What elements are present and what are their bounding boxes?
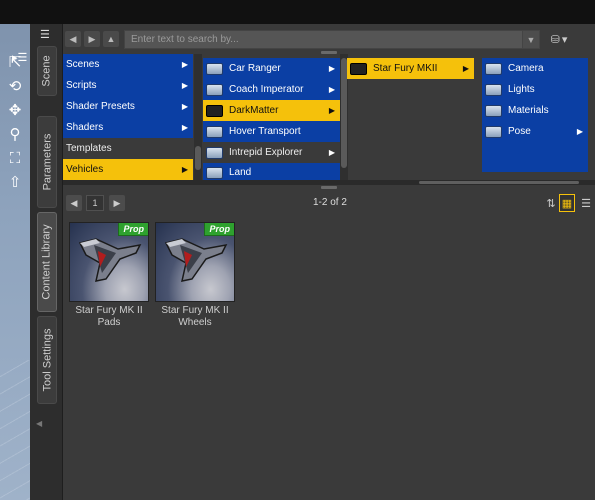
prev-page-icon[interactable]: ◀	[66, 195, 82, 211]
category-item[interactable]: Scripts ▶	[63, 75, 193, 96]
folder-icon	[206, 62, 223, 75]
folder-icon	[350, 62, 367, 75]
search-input[interactable]	[124, 30, 524, 49]
list-view-icon[interactable]: ☰	[578, 194, 594, 212]
content-item[interactable]: Prop Star Fury MK II Pads	[69, 222, 149, 329]
category-item[interactable]: Hover Transport	[203, 121, 340, 142]
folder-icon	[206, 146, 223, 159]
large-icons-view-icon[interactable]: ▦	[559, 194, 575, 212]
select-tool-icon[interactable]: ⇱	[5, 52, 25, 72]
category-item[interactable]: Intrepid Explorer ▶	[203, 142, 340, 163]
zoom-tool-icon[interactable]: ⚲	[5, 124, 25, 144]
category-item[interactable]: Camera	[482, 58, 588, 79]
content-item[interactable]: Prop Star Fury MK II Wheels	[155, 222, 235, 329]
category-item-selected[interactable]: Vehicles ▶	[63, 159, 193, 180]
collapse-arrow-icon[interactable]: ◀	[36, 419, 42, 428]
chevron-right-icon: ▶	[462, 64, 469, 73]
category-item-selected[interactable]: Star Fury MKII ▶	[347, 58, 474, 79]
chevron-right-icon: ▶	[181, 60, 188, 69]
splitter-handle[interactable]	[321, 186, 337, 189]
database-menu-button[interactable]: ⛁ ▾	[543, 30, 575, 49]
back-arrow-icon[interactable]: ◀	[65, 31, 81, 47]
chevron-right-icon: ▶	[328, 106, 335, 115]
prop-badge: Prop	[118, 223, 148, 236]
category-item[interactable]: Shaders ▶	[63, 117, 193, 138]
category-item[interactable]: Scenes ▶	[63, 54, 193, 75]
forward-arrow-icon[interactable]: ▶	[84, 31, 100, 47]
spaceship-image	[78, 238, 142, 282]
up-arrow-icon[interactable]: ▲	[103, 31, 119, 47]
orbit-tool-icon[interactable]: ⟲	[5, 76, 25, 96]
chevron-right-icon: ▶	[576, 127, 583, 136]
category-item[interactable]: Car Ranger ▶	[203, 58, 340, 79]
category-column-filler	[482, 142, 588, 172]
next-page-icon[interactable]: ▶	[109, 195, 125, 211]
category-item[interactable]: Coach Imperator ▶	[203, 79, 340, 100]
folder-icon	[485, 125, 502, 138]
folder-icon	[485, 62, 502, 75]
tab-content-library[interactable]: Content Library	[37, 212, 57, 312]
folder-icon	[206, 104, 223, 117]
category-item[interactable]: Shader Presets ▶	[63, 96, 193, 117]
prop-badge: Prop	[204, 223, 234, 236]
result-count: 1-2 of 2	[313, 197, 347, 208]
sort-icon[interactable]: ⇅	[543, 194, 559, 212]
category-item[interactable]: Materials	[482, 100, 588, 121]
tab-scene[interactable]: Scene	[37, 46, 57, 96]
panel-menu-icon[interactable]: ☰	[40, 28, 50, 41]
chevron-right-icon: ▶	[181, 102, 188, 111]
side-tab-strip: ☰ Scene Parameters Content Library Tool …	[30, 24, 63, 500]
viewport-ground-grid	[0, 360, 30, 500]
pagination-bar: ◀ 1 ▶ 1-2 of 2 ⇅ ▦ ☰	[63, 192, 595, 214]
chevron-right-icon: ▶	[181, 81, 188, 90]
dropdown-icon: ▾	[561, 34, 568, 46]
tab-parameters[interactable]: Parameters	[37, 116, 57, 208]
resize-handle[interactable]	[321, 51, 337, 54]
folder-icon	[485, 104, 502, 117]
folder-icon	[206, 83, 223, 96]
category-item[interactable]: Pose ▶	[482, 121, 588, 142]
viewport[interactable]: ▸☰ ⇱ ⟲ ✥ ⚲ ⛶ ⇧	[0, 24, 30, 500]
pan-tool-icon[interactable]: ✥	[5, 100, 25, 120]
column-1-scrollbar[interactable]	[194, 54, 202, 182]
item-thumbnail[interactable]: Prop	[155, 222, 235, 302]
database-icon: ⛁	[550, 34, 560, 46]
top-bar	[0, 0, 595, 24]
app-window: ▸☰ ⇱ ⟲ ✥ ⚲ ⛶ ⇧ ☰ Scene Parameters Conten…	[0, 0, 595, 500]
tab-tool-settings[interactable]: Tool Settings	[37, 316, 57, 404]
chevron-right-icon: ▶	[328, 148, 335, 157]
spaceship-image	[164, 238, 228, 282]
chevron-right-icon: ▶	[181, 123, 188, 132]
chevron-right-icon: ▶	[328, 64, 335, 73]
folder-icon	[485, 83, 502, 96]
category-item-selected[interactable]: DarkMatter ▶	[203, 100, 340, 121]
library-toolbar: ◀ ▶ ▲ ▼ ⛁▾	[63, 28, 595, 50]
chevron-right-icon: ▶	[328, 85, 335, 94]
search-dropdown-icon[interactable]: ▼	[522, 30, 540, 49]
item-caption: Star Fury MK II Pads	[75, 305, 143, 328]
chevron-right-icon: ▶	[181, 165, 188, 174]
reset-view-icon[interactable]: ⇧	[5, 172, 25, 192]
folder-icon	[206, 125, 223, 138]
folder-icon	[206, 166, 223, 179]
item-thumbnail[interactable]: Prop	[69, 222, 149, 302]
content-library-panel: ◀ ▶ ▲ ▼ ⛁▾ Scenes▶ Scripts▶ Shader Prese…	[63, 24, 595, 500]
frame-tool-icon[interactable]: ⛶	[5, 148, 25, 168]
category-columns: Scenes ▶ Scripts ▶ Shader Presets ▶ Shaders…	[63, 51, 595, 182]
columns-horizontal-scrollbar[interactable]	[63, 180, 595, 185]
category-item[interactable]: Lights	[482, 79, 588, 100]
page-number[interactable]: 1	[86, 195, 104, 211]
category-item[interactable]: Templates	[63, 138, 193, 159]
item-caption: Star Fury MK II Wheels	[161, 305, 229, 328]
content-grid: Prop Star Fury MK II Pads Prop Star Fury…	[63, 218, 595, 500]
